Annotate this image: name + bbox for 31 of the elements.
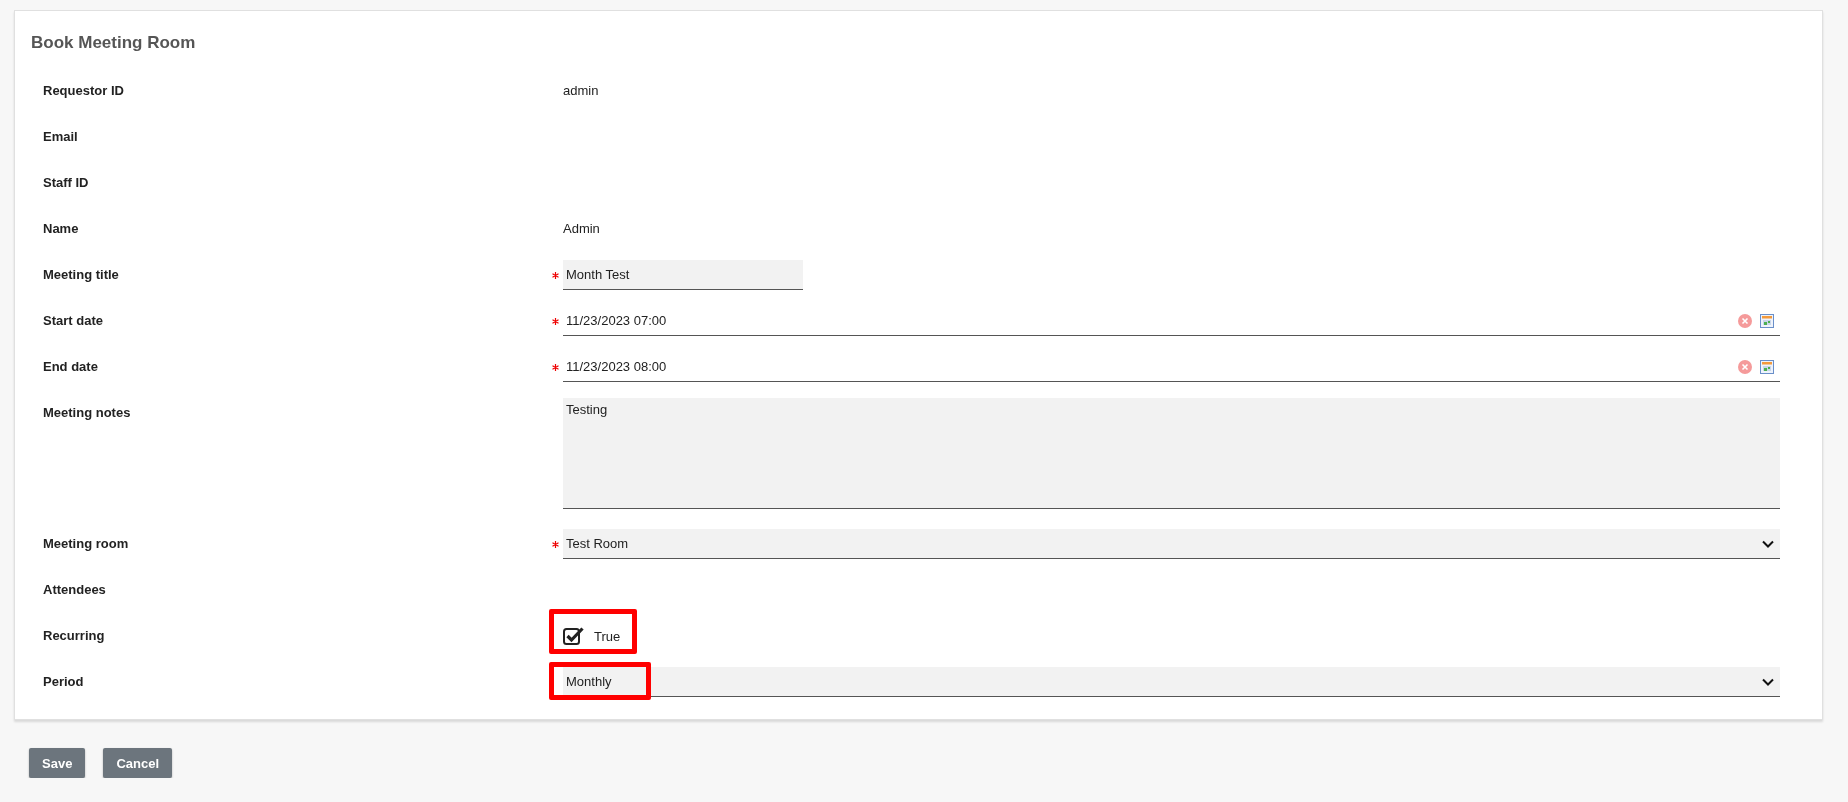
clear-icon[interactable]	[1738, 359, 1752, 374]
field-label: Meeting notes	[42, 404, 132, 422]
field-label: End date	[42, 358, 99, 376]
cancel-button[interactable]: Cancel	[103, 748, 172, 778]
form-title: Book Meeting Room	[31, 32, 197, 54]
field-label: Meeting room	[42, 535, 130, 553]
field-label: Name	[42, 220, 80, 238]
field-value: Admin	[563, 220, 600, 238]
field-label: Attendees	[42, 581, 107, 599]
clear-icon[interactable]	[1738, 313, 1752, 328]
field-label: Requestor ID	[42, 82, 125, 100]
chevron-down-icon	[1762, 677, 1774, 686]
field-label: Meeting title	[42, 266, 120, 284]
date-field[interactable]: 11/23/2023 07:00	[563, 306, 1780, 336]
checkbox[interactable]	[563, 626, 584, 646]
chevron-down-icon	[1762, 539, 1774, 548]
field-value: admin	[563, 82, 599, 100]
field-label: Email	[42, 128, 79, 146]
calendar-icon[interactable]	[1760, 313, 1774, 328]
text-field[interactable]: Month Test	[563, 260, 803, 290]
dropdown[interactable]: Monthly	[563, 667, 1780, 697]
save-button[interactable]: Save	[29, 748, 86, 778]
calendar-icon[interactable]	[1760, 359, 1774, 374]
notes-field[interactable]: Testing	[563, 398, 1780, 509]
dropdown[interactable]: Test Room	[563, 529, 1780, 559]
field-label: Start date	[42, 312, 104, 330]
date-field[interactable]: 11/23/2023 08:00	[563, 352, 1780, 382]
checkbox-label: True	[594, 628, 621, 644]
field-label: Recurring	[42, 627, 106, 645]
field-label: Period	[42, 673, 85, 691]
field-label: Staff ID	[42, 174, 90, 192]
